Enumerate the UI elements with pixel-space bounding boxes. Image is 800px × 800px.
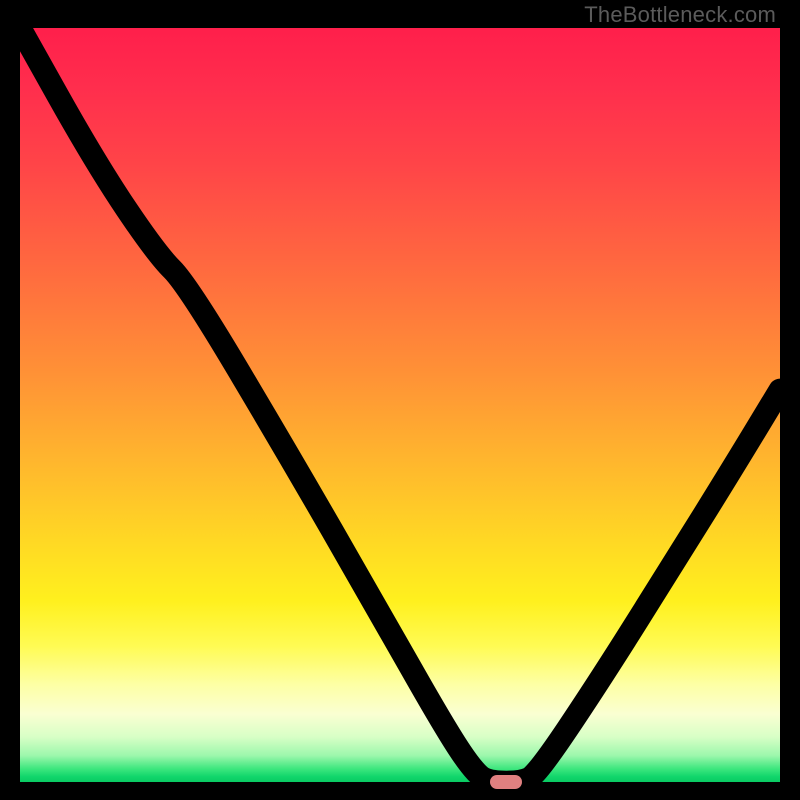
plot-area bbox=[20, 28, 780, 782]
optimum-marker bbox=[490, 775, 522, 789]
plot-border bbox=[20, 28, 780, 782]
bottleneck-curve bbox=[20, 28, 780, 782]
watermark-text: TheBottleneck.com bbox=[584, 2, 776, 28]
chart-frame: TheBottleneck.com bbox=[0, 0, 800, 800]
